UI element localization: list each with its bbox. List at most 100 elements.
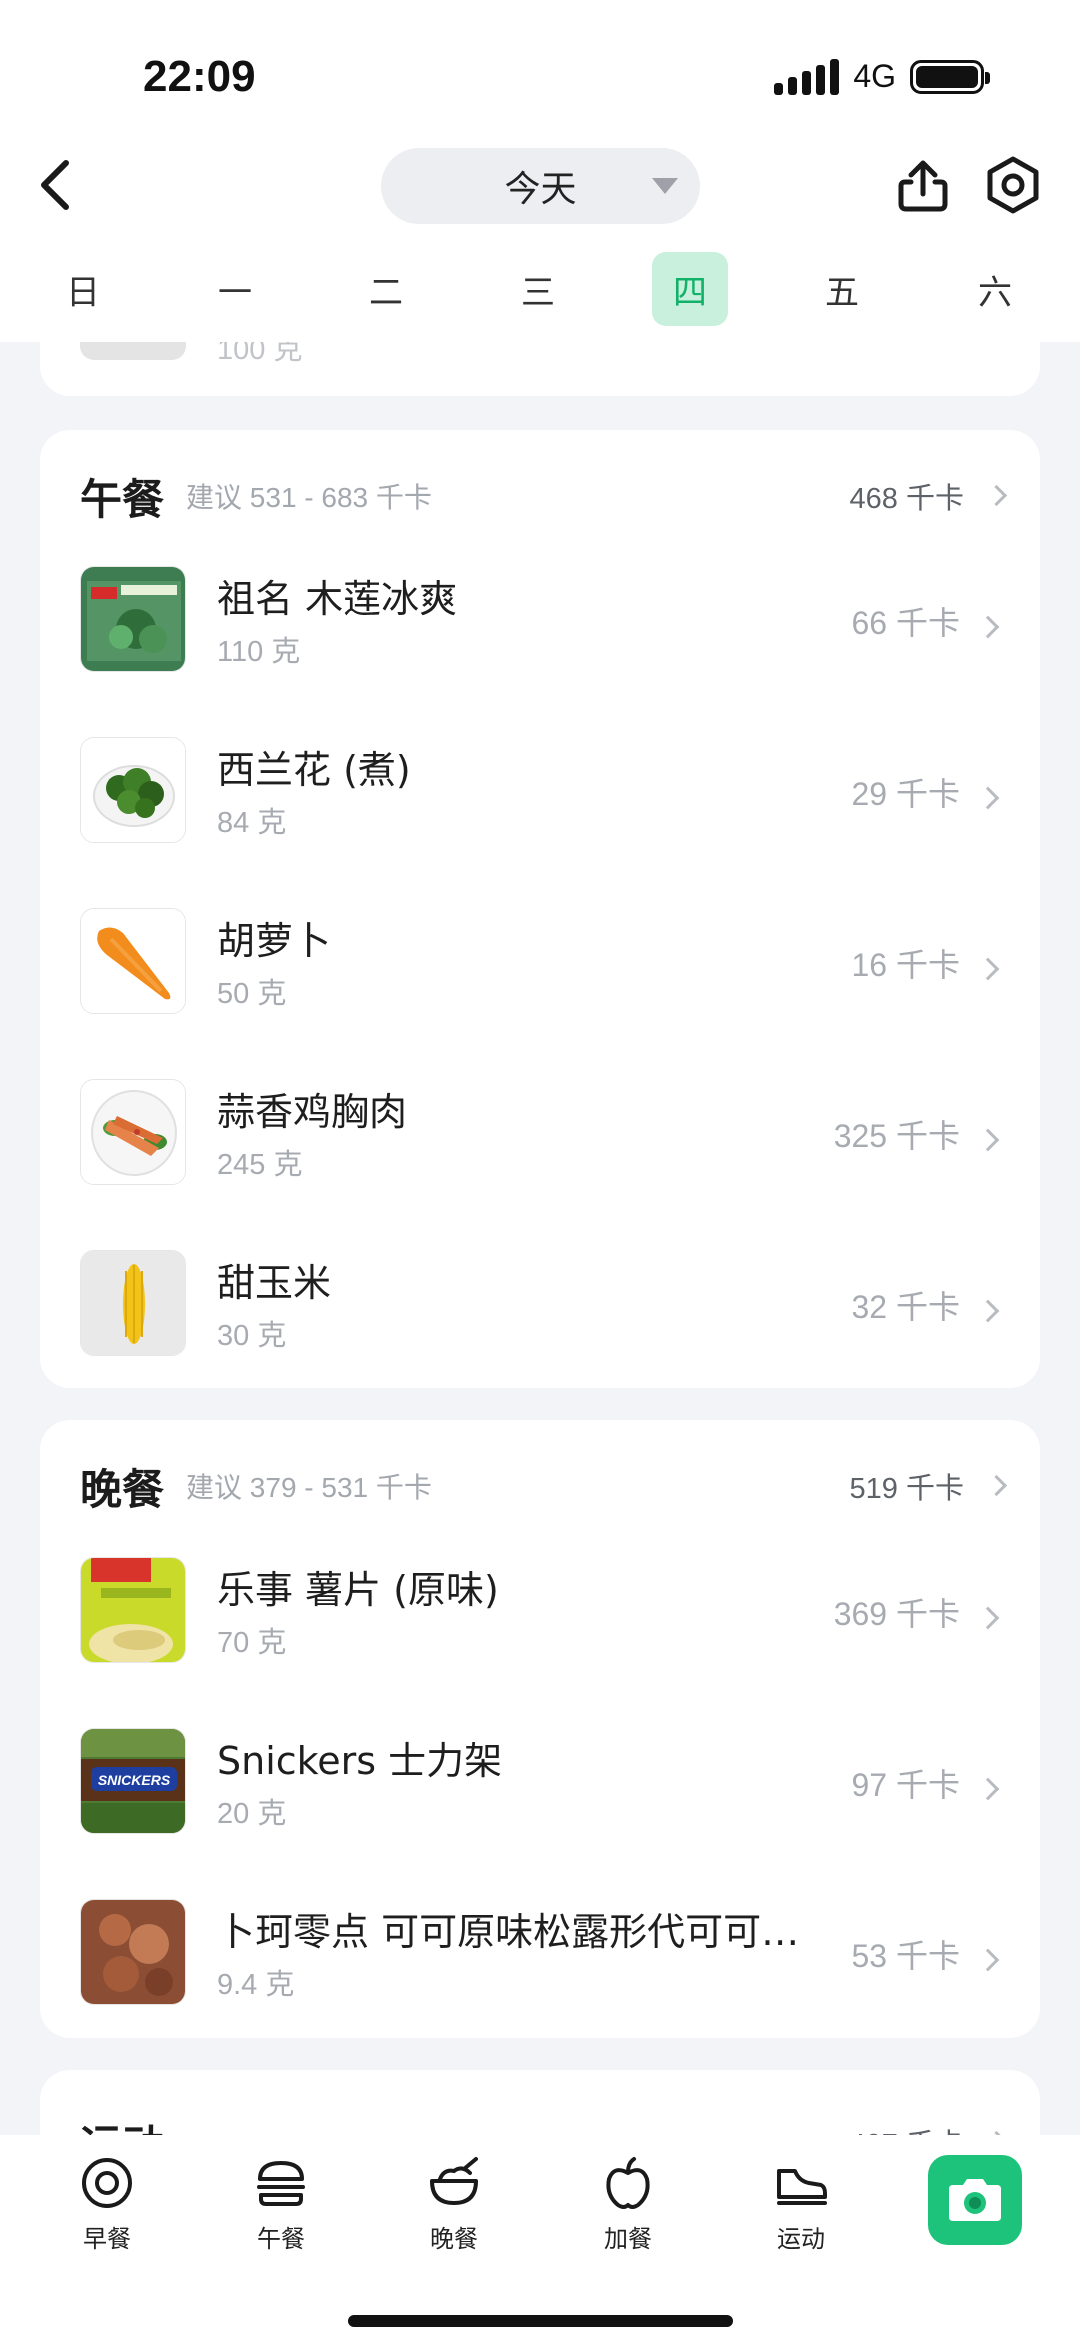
chevron-right-icon [976, 1948, 1000, 1972]
weekday-thu[interactable]: 四 [652, 252, 728, 326]
item-name: 胡萝卜 [217, 919, 332, 963]
bowl-icon [430, 2157, 478, 2205]
corn-icon [80, 1250, 186, 1356]
network-label: 4G [853, 58, 896, 94]
home-indicator [348, 2315, 733, 2327]
chocolate-truffle-icon [80, 1899, 186, 2005]
food-item[interactable]: 祖名 木莲冰爽 110 克 66 千卡 [40, 566, 1040, 726]
weekday-fri[interactable]: 五 [804, 252, 880, 326]
meal-total-kcal: 468 千卡 [849, 483, 964, 515]
tab-label: 晚餐 [430, 2225, 478, 2253]
lunch-card: 午餐 建议 531 - 683 千卡 468 千卡 祖名 木莲冰爽 110 克 … [40, 430, 1040, 1388]
signal-icon [774, 58, 840, 95]
item-weight: 30 克 [217, 1320, 287, 1352]
packaged-jelly-icon [80, 566, 186, 672]
settings-icon[interactable] [983, 155, 1043, 215]
food-item[interactable]: 西兰花 (煮) 84 克 29 千卡 [40, 737, 1040, 897]
tab-breakfast[interactable]: 早餐 [47, 2155, 167, 2254]
item-kcal: 97 千卡 [851, 1767, 961, 1803]
date-label: 今天 [504, 169, 577, 210]
tab-snack[interactable]: 加餐 [568, 2155, 688, 2254]
egg-icon [82, 2158, 132, 2208]
apple-icon [606, 2157, 650, 2209]
item-weight: 9.4 克 [217, 1969, 295, 2001]
item-weight: 84 克 [217, 807, 287, 839]
item-weight: 20 克 [217, 1798, 287, 1830]
chevron-right-icon [976, 615, 1000, 639]
item-kcal: 66 千卡 [851, 605, 961, 641]
dinner-header[interactable]: 晚餐 建议 379 - 531 千卡 519 千卡 [80, 1456, 1008, 1516]
weekday-sat[interactable]: 六 [957, 252, 1033, 326]
carrot-icon [80, 908, 186, 1014]
item-name: 乐事 薯片 (原味) [217, 1568, 499, 1612]
food-item[interactable]: 卜珂零点 可可原味松露形代可可… 9.4 克 53 千卡 [40, 1899, 1040, 2059]
share-icon[interactable] [893, 156, 953, 216]
chevron-right-icon [976, 1606, 1000, 1630]
chevron-right-icon [976, 1128, 1000, 1152]
item-kcal: 32 千卡 [851, 1289, 961, 1325]
broccoli-icon [80, 737, 186, 843]
lunch-header[interactable]: 午餐 建议 531 - 683 千卡 468 千卡 [80, 466, 1008, 526]
bottom-tab-bar: 早餐 午餐 晚餐 加餐 运动 [0, 2135, 1080, 2347]
item-weight: 110 克 [217, 636, 301, 668]
item-weight: 70 克 [217, 1627, 287, 1659]
item-name: 西兰花 (煮) [217, 748, 411, 792]
svg-text:SNICKERS: SNICKERS [98, 1772, 171, 1788]
weekday-mon[interactable]: 一 [197, 252, 273, 326]
tab-exercise[interactable]: 运动 [741, 2155, 861, 2254]
food-item[interactable]: SNICKERS Snickers 士力架 20 克 97 千卡 [40, 1728, 1040, 1888]
weekday-selector: 日 一 二 三 四 五 六 [0, 252, 1080, 326]
chevron-right-icon [985, 484, 1008, 507]
tab-lunch[interactable]: 午餐 [221, 2155, 341, 2254]
chevron-right-icon [976, 1777, 1000, 1801]
food-item[interactable]: 乐事 薯片 (原味) 70 克 369 千卡 [40, 1557, 1040, 1717]
meal-title: 晚餐 [80, 1464, 165, 1514]
potato-chips-icon [80, 1557, 186, 1663]
food-item[interactable]: 胡萝卜 50 克 16 千卡 [40, 908, 1040, 1068]
item-weight: 50 克 [217, 978, 287, 1010]
status-icons: 4G [774, 58, 990, 95]
chevron-right-icon [976, 786, 1000, 810]
burger-icon [257, 2161, 305, 2206]
tab-label: 运动 [777, 2225, 825, 2253]
dinner-card: 晚餐 建议 379 - 531 千卡 519 千卡 乐事 薯片 (原味) 70 … [40, 1420, 1040, 2038]
item-kcal: 369 千卡 [833, 1596, 960, 1632]
date-selector[interactable]: 今天 [381, 148, 700, 224]
status-time: 22:09 [143, 52, 256, 101]
snickers-bar-icon: SNICKERS [80, 1728, 186, 1834]
shoe-icon [777, 2169, 827, 2205]
header: 22:09 4G 今天 日 一 二 三 四 五 六 [0, 0, 1080, 342]
item-name: 甜玉米 [217, 1261, 332, 1305]
tab-label: 早餐 [83, 2225, 131, 2253]
item-kcal: 53 千卡 [851, 1938, 961, 1974]
item-name: 卜珂零点 可可原味松露形代可可… [217, 1910, 800, 1954]
weekday-wed[interactable]: 三 [500, 252, 576, 326]
meal-suggestion: 建议 379 - 531 千卡 [186, 1472, 432, 1503]
item-kcal: 325 千卡 [833, 1118, 960, 1154]
back-icon[interactable] [30, 155, 80, 215]
camera-icon [949, 2179, 1001, 2221]
item-weight: 245 克 [217, 1149, 303, 1181]
meal-title: 午餐 [80, 474, 165, 524]
weekday-sun[interactable]: 日 [45, 252, 121, 326]
weekday-tue[interactable]: 二 [348, 252, 424, 326]
caret-down-icon [652, 178, 678, 194]
tab-label: 午餐 [257, 2225, 305, 2253]
meal-suggestion: 建议 531 - 683 千卡 [186, 482, 432, 513]
camera-button[interactable] [928, 2155, 1022, 2245]
item-name: Snickers 士力架 [217, 1739, 503, 1783]
chicken-breast-icon [80, 1079, 186, 1185]
tab-dinner[interactable]: 晚餐 [394, 2155, 514, 2254]
item-name: 蒜香鸡胸肉 [217, 1090, 408, 1134]
battery-icon [910, 59, 990, 94]
item-name: 祖名 木莲冰爽 [217, 577, 458, 621]
meal-total-kcal: 519 千卡 [849, 1473, 964, 1505]
item-kcal: 29 千卡 [851, 776, 961, 812]
item-kcal: 16 千卡 [851, 947, 961, 983]
food-item[interactable]: 甜玉米 30 克 32 千卡 [40, 1250, 1040, 1410]
chevron-right-icon [985, 1474, 1008, 1497]
chevron-right-icon [976, 1299, 1000, 1323]
tab-label: 加餐 [604, 2225, 652, 2253]
food-item[interactable]: 蒜香鸡胸肉 245 克 325 千卡 [40, 1079, 1040, 1239]
chevron-right-icon [976, 957, 1000, 981]
